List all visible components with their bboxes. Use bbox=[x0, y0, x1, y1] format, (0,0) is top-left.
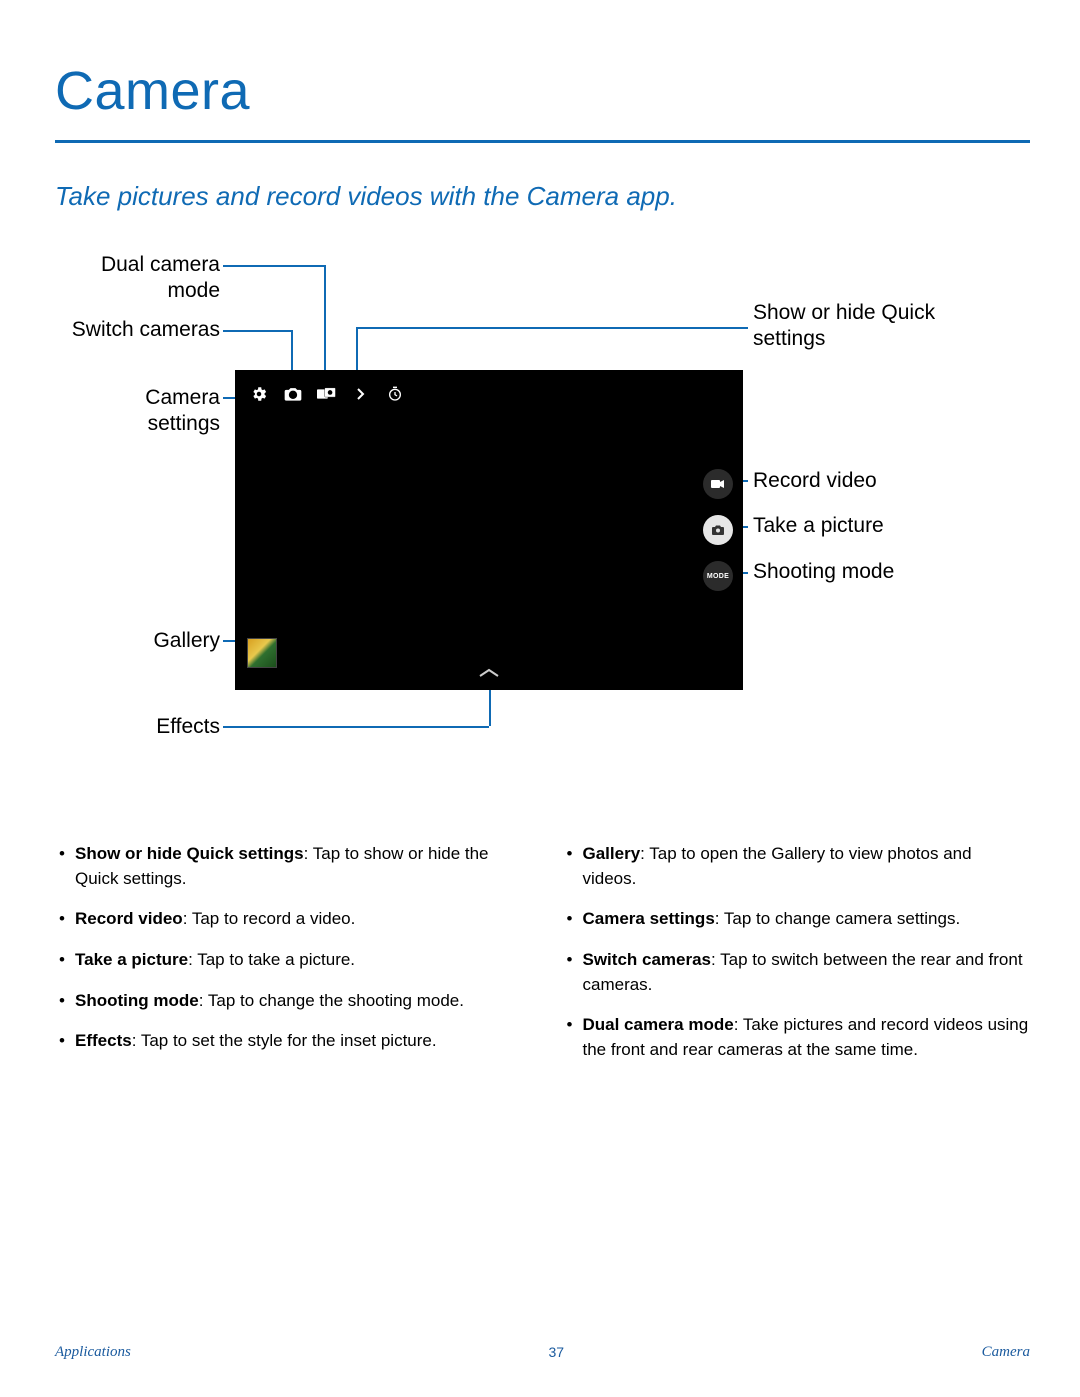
effects-chevron-icon[interactable] bbox=[477, 663, 501, 684]
gallery-thumbnail[interactable] bbox=[247, 638, 277, 668]
callout-effects: Effects bbox=[70, 714, 220, 740]
description-columns: Show or hide Quick settings: Tap to show… bbox=[55, 842, 1030, 1078]
list-item: Switch cameras: Tap to switch between th… bbox=[563, 948, 1031, 997]
title-rule bbox=[55, 140, 1030, 143]
leader-line bbox=[223, 330, 291, 332]
list-item-term: Dual camera mode bbox=[583, 1015, 734, 1034]
list-item: Record video: Tap to record a video. bbox=[55, 907, 523, 932]
page-title: Camera bbox=[55, 60, 1030, 122]
list-item-desc: : Tap to record a video. bbox=[183, 909, 356, 928]
page-footer: Applications 37 Camera bbox=[55, 1344, 1030, 1361]
list-item: Camera settings: Tap to change camera se… bbox=[563, 907, 1031, 932]
callout-dual-camera: Dual camera mode bbox=[70, 252, 220, 305]
list-item: Gallery: Tap to open the Gallery to view… bbox=[563, 842, 1031, 891]
gear-icon[interactable] bbox=[249, 384, 269, 404]
camera-action-buttons: MODE bbox=[703, 469, 733, 591]
list-item-term: Switch cameras bbox=[583, 950, 712, 969]
record-video-button[interactable] bbox=[703, 469, 733, 499]
list-item-term: Camera settings bbox=[583, 909, 715, 928]
callout-shooting-mode: Shooting mode bbox=[753, 559, 953, 585]
callout-record-video: Record video bbox=[753, 468, 953, 494]
switch-camera-icon[interactable] bbox=[283, 384, 303, 404]
chevron-right-icon[interactable] bbox=[351, 384, 371, 404]
callout-switch-cameras: Switch cameras bbox=[70, 317, 220, 343]
list-item-desc: : Tap to open the Gallery to view photos… bbox=[583, 844, 972, 888]
leader-line bbox=[223, 726, 489, 728]
list-item-term: Shooting mode bbox=[75, 991, 199, 1010]
page-subtitle: Take pictures and record videos with the… bbox=[55, 181, 1030, 212]
list-item-desc: : Tap to change the shooting mode. bbox=[199, 991, 464, 1010]
camera-toolbar bbox=[249, 384, 405, 404]
right-column: Gallery: Tap to open the Gallery to view… bbox=[563, 842, 1031, 1078]
callout-take-picture: Take a picture bbox=[753, 513, 953, 539]
take-picture-button[interactable] bbox=[703, 515, 733, 545]
list-item-term: Show or hide Quick settings bbox=[75, 844, 304, 863]
dual-camera-icon[interactable] bbox=[317, 384, 337, 404]
list-item: Take a picture: Tap to take a picture. bbox=[55, 948, 523, 973]
leader-line bbox=[489, 686, 491, 726]
list-item: Shooting mode: Tap to change the shootin… bbox=[55, 989, 523, 1014]
list-item-desc: : Tap to take a picture. bbox=[188, 950, 355, 969]
list-item: Dual camera mode: Take pictures and reco… bbox=[563, 1013, 1031, 1062]
callout-quick-settings: Show or hide Quick settings bbox=[753, 300, 953, 353]
list-item: Show or hide Quick settings: Tap to show… bbox=[55, 842, 523, 891]
list-item-term: Effects bbox=[75, 1031, 132, 1050]
callout-camera-settings: Camera settings bbox=[70, 385, 220, 438]
left-column: Show or hide Quick settings: Tap to show… bbox=[55, 842, 523, 1078]
leader-line bbox=[356, 327, 748, 329]
footer-right: Camera bbox=[982, 1344, 1030, 1361]
leader-line bbox=[223, 265, 324, 267]
list-item: Effects: Tap to set the style for the in… bbox=[55, 1029, 523, 1054]
list-item-desc: : Tap to set the style for the inset pic… bbox=[132, 1031, 437, 1050]
camera-diagram: Dual camera mode Switch cameras Camera s… bbox=[55, 240, 1030, 770]
footer-page-number: 37 bbox=[548, 1344, 564, 1361]
timer-icon[interactable] bbox=[385, 384, 405, 404]
camera-viewport: MODE bbox=[235, 370, 743, 690]
list-item-term: Take a picture bbox=[75, 950, 188, 969]
shooting-mode-button[interactable]: MODE bbox=[703, 561, 733, 591]
list-item-term: Gallery bbox=[583, 844, 641, 863]
callout-gallery: Gallery bbox=[70, 628, 220, 654]
list-item-desc: : Tap to change camera settings. bbox=[715, 909, 960, 928]
list-item-term: Record video bbox=[75, 909, 183, 928]
footer-left: Applications bbox=[55, 1344, 131, 1361]
leader-line bbox=[324, 265, 326, 381]
